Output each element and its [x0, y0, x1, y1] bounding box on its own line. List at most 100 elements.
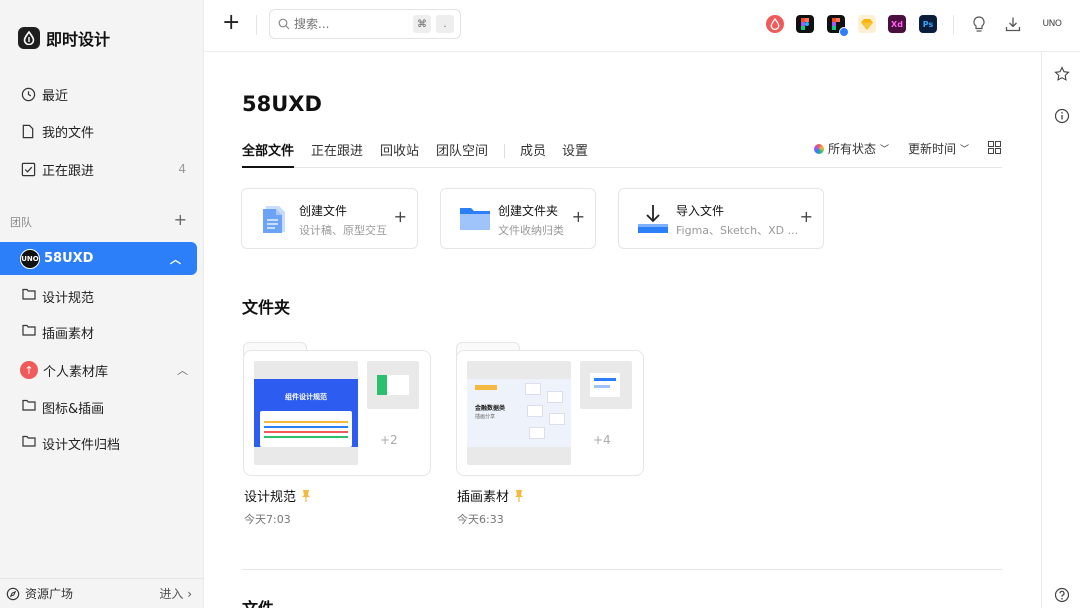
tab-team-space[interactable]: 团队空间 — [436, 140, 488, 168]
preview-tag — [475, 385, 497, 390]
lightbulb-icon[interactable] — [970, 15, 988, 33]
folder-name-label: 设计规范 — [244, 490, 297, 505]
brand-name: 即时设计 — [46, 30, 111, 49]
sidebar-item-recent[interactable]: 最近 — [0, 77, 204, 111]
folder-preview-main: 组件设计规范 — [254, 361, 358, 465]
jishi-app-icon[interactable] — [766, 15, 784, 33]
chevron-down-icon: ﹀ — [880, 145, 890, 155]
preview-illus — [529, 427, 545, 439]
chevron-down-icon: ﹀ — [960, 145, 970, 155]
sidebar-item-label: 插画素材 — [42, 326, 95, 342]
sidebar-item-folder[interactable]: 插画素材 — [0, 317, 204, 347]
pin-icon — [515, 489, 524, 502]
info-icon[interactable] — [1053, 107, 1071, 125]
download-icon[interactable] — [1004, 15, 1022, 33]
create-folder-card[interactable]: 创建文件夹 文件收纳归类 + — [440, 188, 596, 249]
sidebar-item-label: 设计规范 — [42, 290, 95, 306]
enter-link[interactable]: 进入 › — [159, 585, 192, 602]
tab-trash[interactable]: 回收站 — [380, 140, 419, 168]
card-subtitle: Figma、Sketch、XD ... — [676, 224, 799, 237]
preview-row — [264, 436, 348, 438]
folder-icon — [22, 288, 36, 304]
grid-view-icon[interactable] — [988, 141, 1001, 157]
more-count: +4 — [593, 433, 611, 447]
ps-app-icon[interactable]: Ps — [919, 15, 937, 33]
preview-title: 组件设计规范 — [285, 393, 327, 401]
new-button[interactable]: + — [222, 12, 240, 34]
tab-all-files[interactable]: 全部文件 — [242, 140, 295, 168]
search-box[interactable]: ⌘ . — [269, 9, 461, 39]
folder-name-label: 插画素材 — [457, 490, 510, 505]
sidebar-item-folder[interactable]: 图标&插画 — [0, 392, 204, 422]
preview-doc — [590, 373, 620, 397]
sidebar-item-my-files[interactable]: 我的文件 — [0, 114, 204, 148]
create-file-card[interactable]: 创建文件 设计稿、原型交互 + — [241, 188, 418, 249]
preview-illus — [527, 405, 543, 417]
card-subtitle: 设计稿、原型交互 — [299, 224, 387, 237]
preview-illus — [547, 391, 563, 403]
import-file-card[interactable]: 导入文件 Figma、Sketch、XD ... + — [618, 188, 824, 249]
user-avatar[interactable]: UNO — [1040, 15, 1064, 33]
sidebar-item-label: 最近 — [42, 88, 69, 104]
brand[interactable]: 即时设计 — [18, 26, 110, 50]
files-heading: 文件 — [242, 595, 274, 608]
chevron-up-icon[interactable]: ︿ — [177, 362, 188, 378]
folder-name[interactable]: 设计规范 — [244, 486, 311, 505]
folder-preview-small — [580, 361, 632, 409]
folder-card[interactable]: 金融数据类 插画分享 +4 — [456, 342, 644, 476]
sidebar-item-personal-library[interactable]: ↑ 个人素材库 ︿ — [0, 356, 204, 384]
sort-dropdown[interactable]: 更新时间 ﹀ — [908, 140, 969, 157]
team-name: 58UXD — [44, 251, 94, 266]
folder-time: 今天6:33 — [457, 513, 504, 526]
divider — [242, 569, 1002, 570]
search-input[interactable] — [294, 17, 404, 31]
document-icon — [260, 203, 290, 235]
status-filter[interactable]: 所有状态 ﹀ — [814, 140, 889, 157]
folder-card[interactable]: 组件设计规范 +2 — [243, 342, 431, 476]
help-icon[interactable] — [1053, 586, 1071, 604]
plus-icon: + — [799, 207, 813, 226]
folder-name[interactable]: 插画素材 — [457, 486, 524, 505]
folder-body: 组件设计规范 +2 — [243, 350, 431, 476]
folders-heading: 文件夹 — [242, 298, 291, 317]
add-team-icon[interactable]: + — [174, 210, 187, 229]
tab-members[interactable]: 成员 — [520, 140, 546, 168]
preview-table — [260, 411, 352, 447]
divider — [256, 15, 257, 35]
chevron-up-icon[interactable]: ︿ — [170, 251, 181, 267]
tab-following[interactable]: 正在跟进 — [311, 140, 363, 168]
folder-preview-small — [367, 361, 419, 409]
personal-name: 个人素材库 — [43, 364, 109, 380]
figma-plugin-app-icon[interactable] — [827, 15, 849, 37]
import-icon — [637, 203, 668, 235]
enter-label: 进入 — [159, 587, 184, 601]
main-content: 58UXD 全部文件 正在跟进 回收站 团队空间 成员 设置 所有状态 ﹀ 更新… — [204, 52, 1041, 608]
tab-settings[interactable]: 设置 — [562, 140, 588, 168]
more-count: +2 — [380, 433, 398, 447]
folder-icon — [22, 324, 36, 340]
preview-doc-line — [594, 378, 616, 381]
sidebar-item-folder[interactable]: 设计规范 — [0, 281, 204, 311]
sidebar-item-following[interactable]: 正在跟进 4 — [0, 152, 204, 186]
color-wheel-icon — [814, 143, 824, 154]
plus-icon: + — [393, 207, 407, 226]
folder-icon — [22, 399, 36, 415]
sidebar-item-label: 我的文件 — [42, 125, 95, 141]
card-title: 创建文件夹 — [498, 204, 559, 218]
shortcut-key: ⌘ — [413, 15, 431, 33]
preview-title: 金融数据类 — [475, 405, 506, 412]
xd-app-icon[interactable]: Xd — [888, 15, 906, 33]
figma-app-icon[interactable] — [796, 15, 814, 33]
divider — [504, 144, 505, 158]
tab-bar: 全部文件 正在跟进 回收站 团队空间 成员 设置 所有状态 ﹀ 更新时间 ﹀ — [242, 140, 1002, 168]
folder-color-icon — [459, 203, 490, 235]
resource-plaza-label: 资源广场 — [25, 587, 74, 601]
sketch-app-icon[interactable] — [858, 15, 876, 33]
search-icon — [278, 18, 290, 30]
sidebar-item-team-58uxd[interactable]: UNO 58UXD ︿ — [0, 242, 197, 275]
star-icon[interactable] — [1053, 65, 1071, 83]
resource-plaza[interactable]: 资源广场 进入 › — [0, 578, 204, 608]
preview-row — [264, 421, 348, 423]
preview-illus — [549, 413, 565, 425]
sidebar-item-folder[interactable]: 设计文件归档 — [0, 428, 204, 458]
